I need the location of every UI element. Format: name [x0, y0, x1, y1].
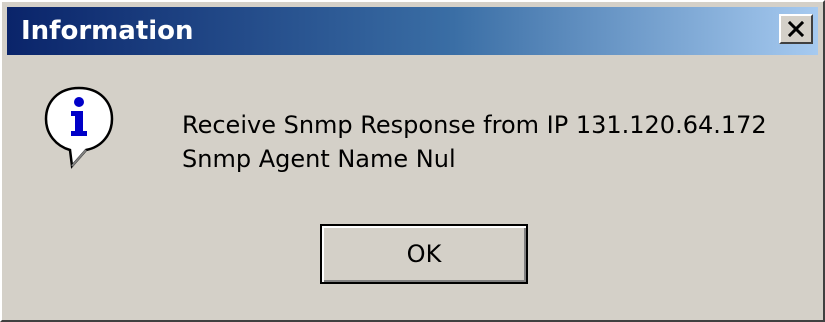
message-line-1: Receive Snmp Response from IP 131.120.64…	[182, 111, 767, 139]
close-button[interactable]	[779, 14, 813, 44]
message-line-2: Snmp Agent Name Nul	[182, 145, 456, 173]
information-icon	[44, 86, 114, 169]
title-bar[interactable]: Information	[7, 7, 818, 55]
message-text: Receive Snmp Response from IP 131.120.64…	[182, 108, 767, 176]
ok-button[interactable]: OK	[320, 224, 528, 284]
window-title: Information	[21, 16, 194, 46]
close-icon	[788, 21, 804, 37]
information-dialog: Information Receive Snmp Response from I…	[0, 0, 825, 322]
